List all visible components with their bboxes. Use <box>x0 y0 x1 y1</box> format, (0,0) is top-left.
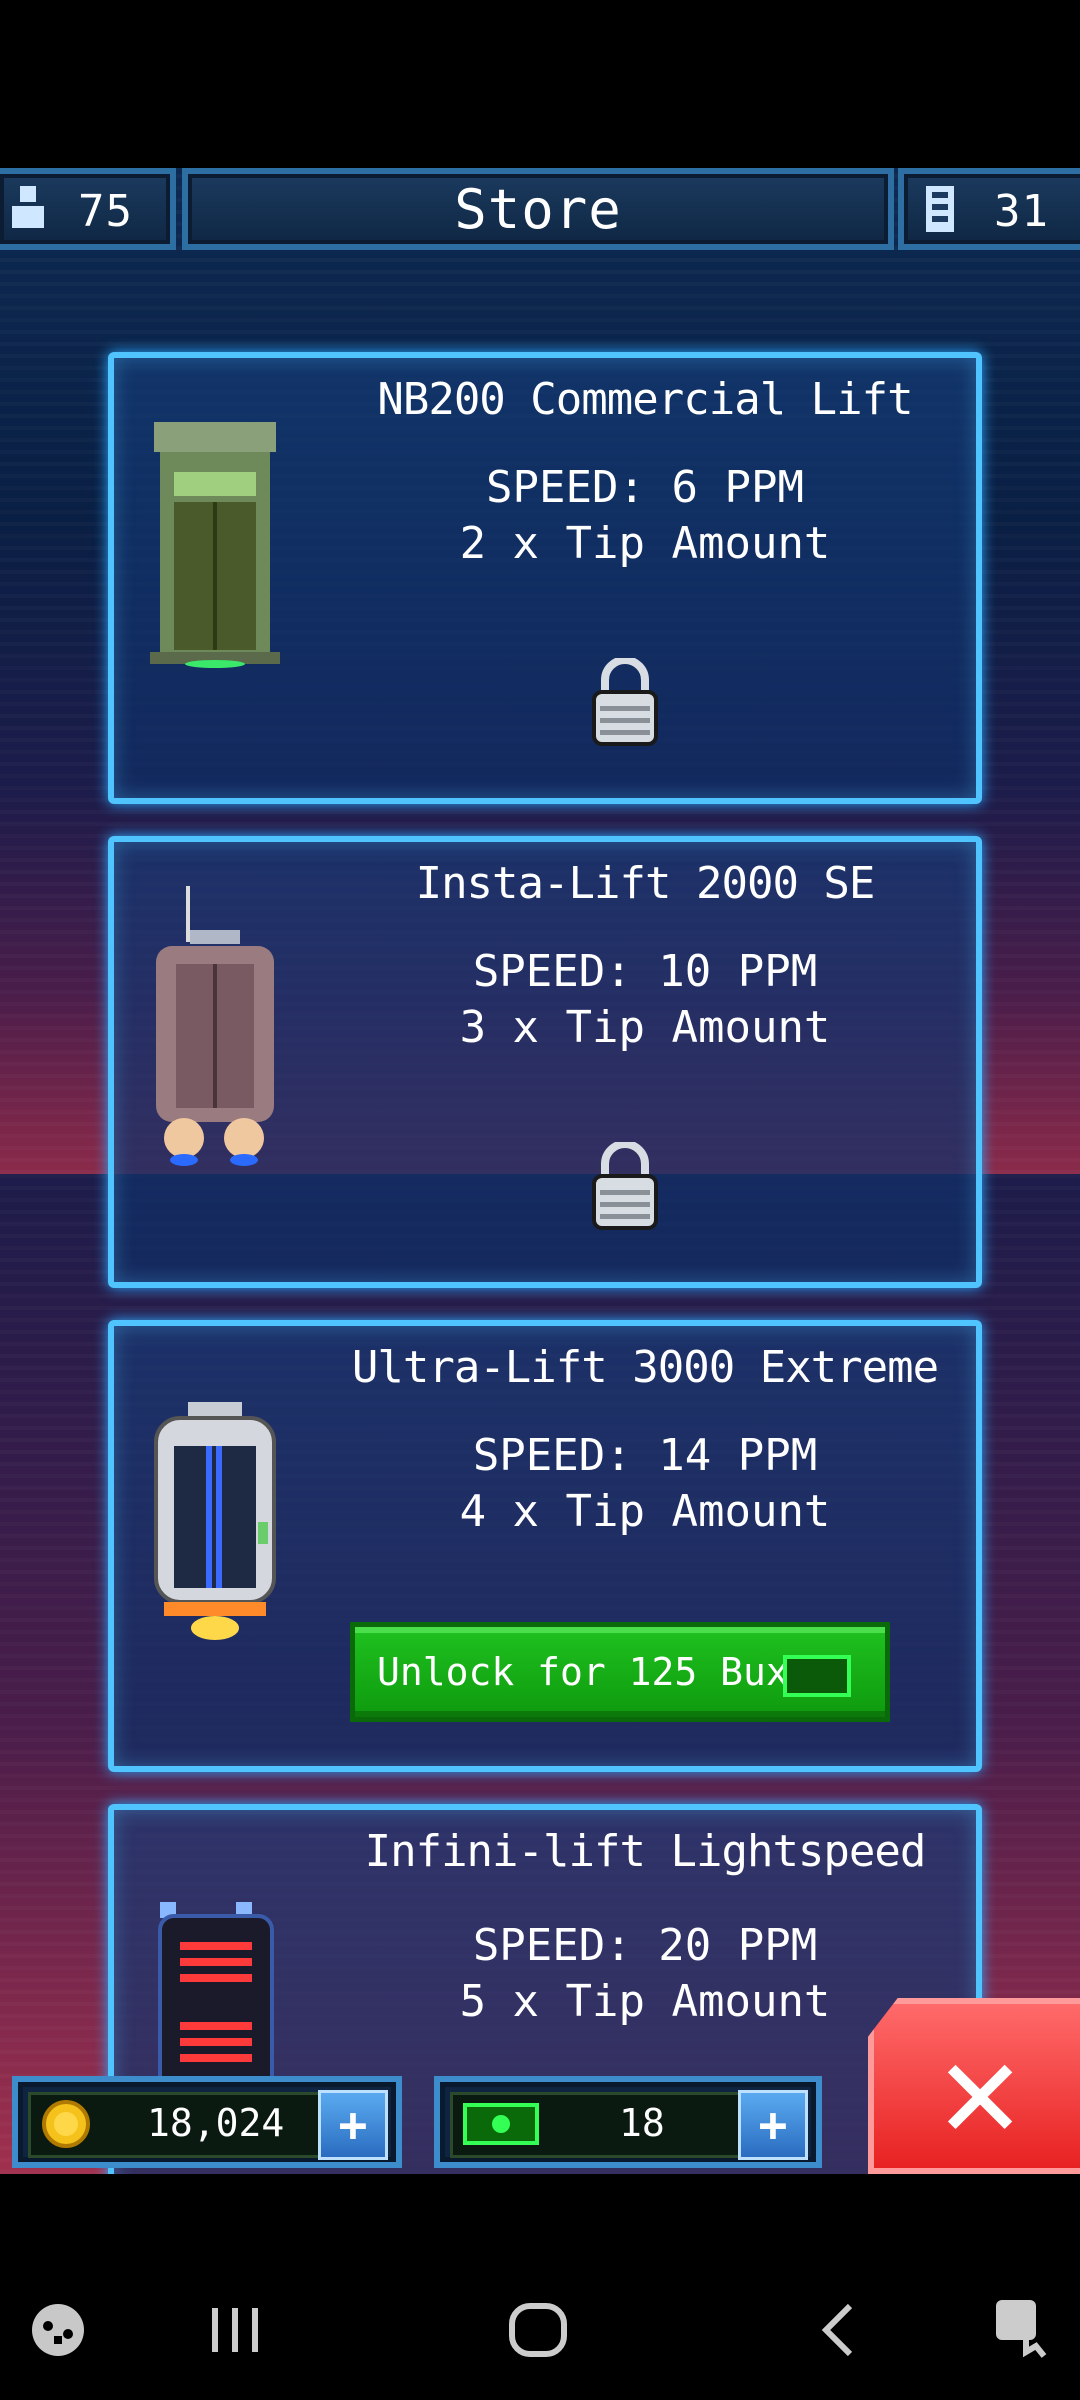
lift-tip: 4 x Tip Amount <box>459 1486 831 1537</box>
accessibility-icon[interactable] <box>992 2296 1052 2364</box>
recent-apps-icon[interactable] <box>206 2304 266 2360</box>
lift-card-ultralift[interactable]: Ultra-Lift 3000 Extreme SPEED: 14 PPM 4 … <box>108 1320 982 1772</box>
instalift-image <box>150 886 280 1170</box>
lift-card-nb200[interactable]: NB200 Commercial Lift SPEED: 6 PPM 2 x T… <box>108 352 982 804</box>
bux-icon <box>783 1655 851 1697</box>
lift-speed: SPEED: 6 PPM <box>486 462 804 513</box>
coins-value: 18,024 <box>147 2101 285 2145</box>
unlock-button-label: Unlock for 125 Bux? <box>377 1650 812 1694</box>
lift-name: Insta-Lift 2000 SE <box>415 858 876 909</box>
lift-card-instalift[interactable]: Insta-Lift 2000 SE SPEED: 10 PPM 3 x Tip… <box>108 836 982 1288</box>
bux-field: 18 <box>450 2092 752 2158</box>
game-launcher-icon[interactable] <box>28 2300 88 2364</box>
coin-icon <box>41 2099 91 2153</box>
person-icon <box>8 184 48 236</box>
bux-display: 18 + <box>434 2076 822 2168</box>
add-coins-button[interactable]: + <box>318 2090 388 2160</box>
system-nav-bar <box>0 2174 1080 2400</box>
lift-name: Infini-lift Lightspeed <box>364 1826 927 1877</box>
bux-value: 18 <box>619 2101 665 2145</box>
building-icon <box>924 184 956 238</box>
close-icon: ✕ <box>934 2035 1027 2163</box>
lock-icon <box>590 656 660 752</box>
lift-tip: 3 x Tip Amount <box>459 1002 831 1053</box>
coins-field: 18,024 <box>28 2092 330 2158</box>
lock-icon <box>590 1140 660 1236</box>
nb200-lift-image <box>150 418 280 672</box>
unlock-button[interactable]: Unlock for 125 Bux? <box>350 1622 890 1722</box>
lift-speed: SPEED: 14 PPM <box>472 1430 818 1481</box>
coins-display: 18,024 + <box>12 2076 402 2168</box>
people-count: 75 <box>78 186 133 237</box>
people-counter: 75 <box>0 168 176 250</box>
floors-count: 31 <box>994 186 1049 237</box>
title-bar: Store <box>182 168 894 250</box>
ultralift-image <box>150 1402 280 1646</box>
floors-counter: 31 <box>898 168 1080 250</box>
lift-name: Ultra-Lift 3000 Extreme <box>351 1342 939 1393</box>
page-title: Store <box>454 178 622 241</box>
add-bux-button[interactable]: + <box>738 2090 808 2160</box>
lift-tip: 2 x Tip Amount <box>459 518 831 569</box>
plus-icon: + <box>758 2097 788 2153</box>
lift-tip: 5 x Tip Amount <box>459 1976 831 2027</box>
back-icon[interactable] <box>818 2300 858 2364</box>
bux-icon <box>463 2103 539 2149</box>
plus-icon: + <box>338 2097 368 2153</box>
lift-speed: SPEED: 20 PPM <box>472 1920 818 1971</box>
lift-name: NB200 Commercial Lift <box>377 374 913 425</box>
close-store-button[interactable]: ✕ <box>868 1998 1080 2174</box>
home-icon[interactable] <box>506 2300 570 2364</box>
lift-speed: SPEED: 10 PPM <box>472 946 818 997</box>
